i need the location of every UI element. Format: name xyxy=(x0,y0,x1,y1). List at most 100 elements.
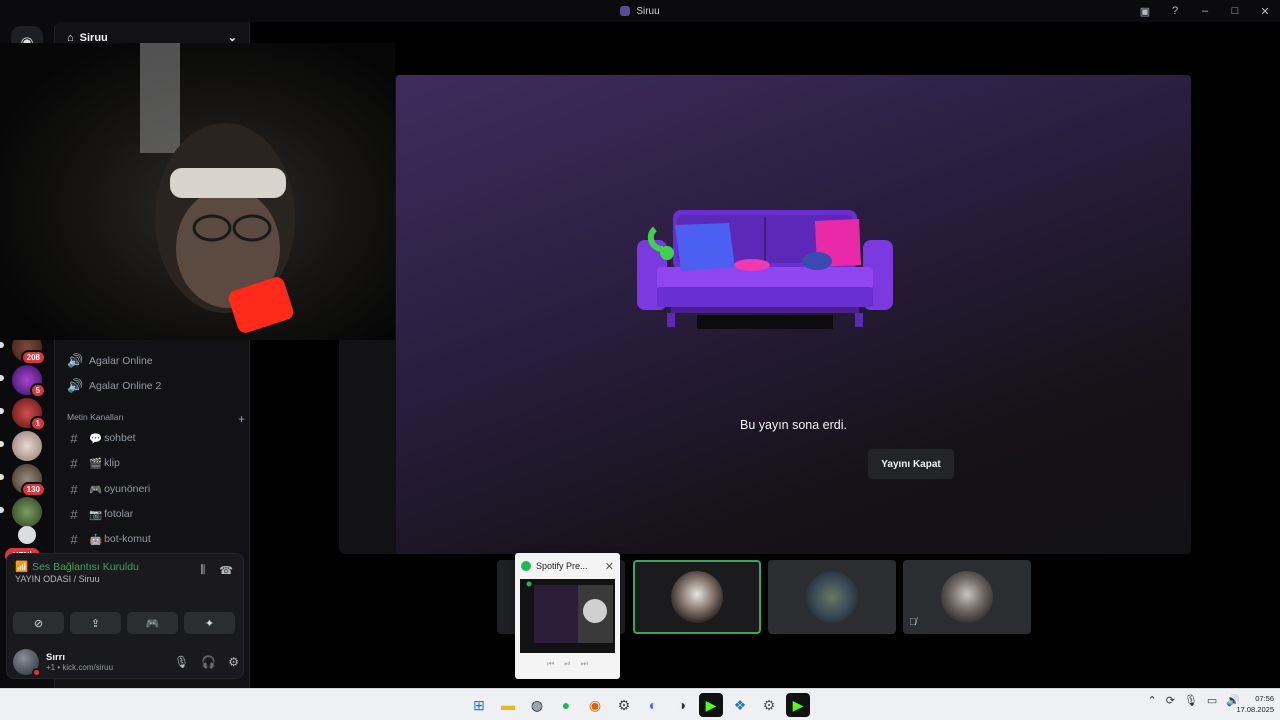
app-icon[interactable]: ◑ xyxy=(670,693,694,717)
clock-date: 17.08.2025 xyxy=(1236,705,1274,714)
category-text-channels[interactable]: Metin Kanalları + xyxy=(67,412,245,426)
start-menu-icon[interactable]: ⊞ xyxy=(467,693,491,717)
minimize-button[interactable]: – xyxy=(1190,5,1220,17)
channel-label: sohbet xyxy=(104,432,136,444)
steam-icon[interactable]: ◍ xyxy=(525,693,549,717)
webcam-image xyxy=(140,43,295,333)
microphone-icon[interactable]: 🎙 xyxy=(174,655,189,669)
hash-icon: # xyxy=(70,506,78,522)
user-custom-status: +1 • kick.com/siruu xyxy=(46,663,114,672)
avatar xyxy=(806,571,858,623)
server-icon[interactable]: 1 xyxy=(12,398,46,431)
disconnect-icon[interactable]: ☎ xyxy=(219,564,233,577)
avatar xyxy=(941,571,993,623)
spotify-icon xyxy=(521,561,531,571)
participant-tile[interactable] xyxy=(768,560,896,634)
mention-badge: 208 xyxy=(20,350,46,365)
ghost-server-icon[interactable] xyxy=(18,526,36,544)
firefox-icon[interactable]: ◉ xyxy=(583,693,607,717)
spotify-taskbar-preview[interactable]: Spotify Pre... ✕ ⏮ ⏯ ⏭ xyxy=(515,553,620,679)
add-channel-icon[interactable]: + xyxy=(238,412,245,426)
participant-tile-speaking[interactable] xyxy=(633,560,761,634)
clock-time: 07:56 xyxy=(1255,694,1274,703)
activities-button[interactable]: 🎮 xyxy=(127,612,178,634)
unread-pill xyxy=(0,441,4,447)
kick-app-icon[interactable]: ▶ xyxy=(786,693,810,717)
preview-title: Spotify Pre... xyxy=(536,561,588,571)
participant-tile[interactable]: 🎙̸ xyxy=(903,560,1031,634)
avatar[interactable] xyxy=(13,649,41,677)
dnd-status-icon xyxy=(32,668,41,677)
spotify-icon[interactable]: ● xyxy=(554,693,578,717)
hash-icon: # xyxy=(70,430,78,446)
system-clock[interactable]: 07:56 17.08.2025 xyxy=(1236,693,1274,715)
stream-ended-message: Bu yayın sona erdi. xyxy=(739,418,847,432)
voice-channel-agalar-online-2[interactable]: 🔊 Agalar Online 2 xyxy=(63,374,243,398)
mention-badge: 130 xyxy=(20,482,46,497)
stream-ended-card: Bu yayın sona erdi. Yayını Kapat xyxy=(396,75,1191,554)
channel-label: Agalar Online 2 xyxy=(89,380,162,392)
webcam-overlay xyxy=(0,43,395,340)
voice-channel-path[interactable]: YAYIN ODASI / Siruu xyxy=(15,574,100,584)
server-icon[interactable]: 130 xyxy=(12,464,46,497)
server-icon[interactable] xyxy=(12,431,42,461)
speaker-icon: 🔊 xyxy=(67,353,84,368)
gamepad-icon: 🎮 xyxy=(145,617,160,630)
preview-thumbnail[interactable] xyxy=(520,579,615,653)
text-channel-bot-komut[interactable]: # 🤖 bot-komut xyxy=(63,527,243,551)
discord-icon[interactable]: ◐ xyxy=(641,693,665,717)
gear-icon[interactable]: ⚙ xyxy=(228,655,239,669)
text-channel-oyunoneri[interactable]: # 🎮 oyunöneri xyxy=(63,477,243,501)
mention-badge: 1 xyxy=(29,416,46,431)
maximize-button[interactable]: □ xyxy=(1220,5,1250,17)
network-app-icon[interactable]: ❖ xyxy=(728,693,752,717)
next-track-icon[interactable]: ⏭ xyxy=(581,659,588,669)
close-stream-button[interactable]: Yayını Kapat xyxy=(868,449,954,479)
soundboard-button[interactable]: ✦ xyxy=(184,612,235,634)
speaker-icon: 🔊 xyxy=(67,378,84,393)
channel-emoji: 🤖 xyxy=(89,533,103,546)
help-icon[interactable]: ? xyxy=(1160,5,1190,17)
settings-app-icon[interactable]: ⚙ xyxy=(612,693,636,717)
server-icon[interactable]: 5 xyxy=(12,365,46,398)
previous-track-icon[interactable]: ⏮ xyxy=(547,659,554,669)
mention-badge: 5 xyxy=(29,383,46,398)
play-pause-icon[interactable]: ⏯ xyxy=(564,659,570,669)
file-explorer-icon[interactable]: ▬ xyxy=(496,693,520,717)
camera-off-button[interactable]: ⊘ xyxy=(13,612,64,634)
close-icon[interactable]: ✕ xyxy=(605,560,614,573)
headphones-icon[interactable]: 🎧 xyxy=(201,655,216,669)
voice-status-text: Ses Bağlantısı Kuruldu xyxy=(32,560,139,573)
voice-status[interactable]: 📶 Ses Bağlantısı Kuruldu xyxy=(15,560,139,574)
unread-pill xyxy=(0,375,4,381)
soundboard-icon: ✦ xyxy=(204,617,215,630)
voice-channel-agalar-online[interactable]: 🔊 Agalar Online xyxy=(63,349,243,373)
hash-icon: # xyxy=(70,531,78,547)
unread-pill xyxy=(0,474,4,480)
noise-suppression-icon[interactable]: ⫼ xyxy=(200,564,205,577)
text-channel-fotolar[interactable]: # 📷 fotolar xyxy=(63,502,243,526)
screen-share-button[interactable]: ⇪ xyxy=(70,612,121,634)
display-icon[interactable]: ▭ xyxy=(1207,694,1217,707)
channel-emoji: 📷 xyxy=(89,508,103,521)
kick-icon[interactable]: ▶ xyxy=(699,693,723,717)
couch-illustration xyxy=(637,210,893,329)
channel-label: oyunöneri xyxy=(104,483,151,495)
hash-icon: # xyxy=(70,481,78,497)
channel-label: klip xyxy=(104,457,120,469)
channel-emoji: 🎬 xyxy=(89,457,103,470)
server-icon[interactable] xyxy=(12,497,42,527)
screen-share-icon: ⇪ xyxy=(90,617,101,630)
microphone-icon[interactable]: 🎙 xyxy=(1184,694,1198,707)
unread-pill xyxy=(0,342,4,348)
text-channel-klip[interactable]: # 🎬 klip xyxy=(63,451,243,475)
unread-pill xyxy=(0,507,4,513)
window-title-text: Siruu xyxy=(636,5,660,17)
text-channel-sohbet[interactable]: # 💬 sohbet xyxy=(63,426,243,450)
muted-mic-icon: 🎙̸ xyxy=(909,617,917,628)
sync-icon[interactable]: ⟳ xyxy=(1166,694,1175,707)
close-window-button[interactable]: ✕ xyxy=(1250,5,1280,18)
chevron-up-icon[interactable]: ⌃ xyxy=(1147,694,1156,707)
gear-app-icon[interactable]: ⚙ xyxy=(757,693,781,717)
inbox-icon[interactable]: ▣ xyxy=(1130,5,1160,18)
